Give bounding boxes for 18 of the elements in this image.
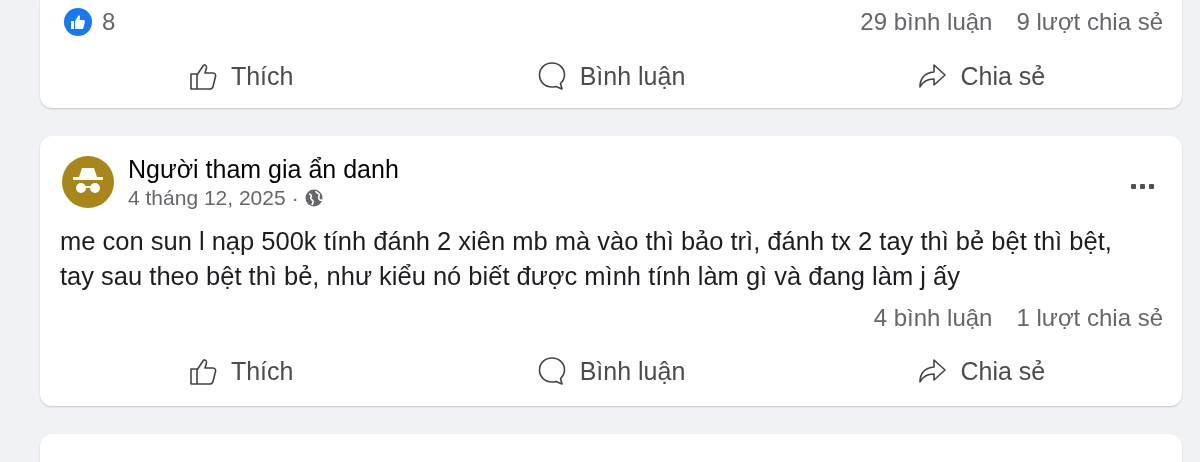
like-button[interactable]: Thích xyxy=(178,351,302,391)
comment-button[interactable]: Bình luận xyxy=(527,56,694,96)
like-button[interactable]: Thích xyxy=(178,56,302,96)
comment-count[interactable]: 29 bình luận xyxy=(860,8,993,36)
comment-count[interactable]: 4 bình luận xyxy=(873,304,993,332)
like-reaction-icon xyxy=(64,8,92,36)
post-text: me con sun l nạp 500k tính đánh 2 xiên mb mà vào thì bảo trì, đánh tx 2 tay thì bẻ bệt thì bệt, tay sau theo bệt thì bẻ, như kiểu nó biết được mình tính làm gì và đang làm j ấy xyxy=(60,226,1113,292)
share-button[interactable]: Chia sẻ xyxy=(908,351,1054,391)
share-count[interactable]: 9 lượt chia sẻ xyxy=(1016,8,1163,36)
author-name[interactable]: Người tham gia ẩn danh xyxy=(128,154,1113,184)
comment-button[interactable]: Bình luận xyxy=(527,351,694,391)
reaction-count[interactable]: 8 xyxy=(102,8,116,36)
avatar-incognito-icon[interactable] xyxy=(62,156,114,208)
post-date[interactable]: 4 tháng 12, 2025 xyxy=(128,186,286,210)
dot-separator: · xyxy=(291,186,299,210)
share-count[interactable]: 1 lượt chia sẻ xyxy=(1016,304,1163,332)
globe-icon xyxy=(304,189,323,207)
share-button[interactable]: Chia sẻ xyxy=(908,56,1054,96)
